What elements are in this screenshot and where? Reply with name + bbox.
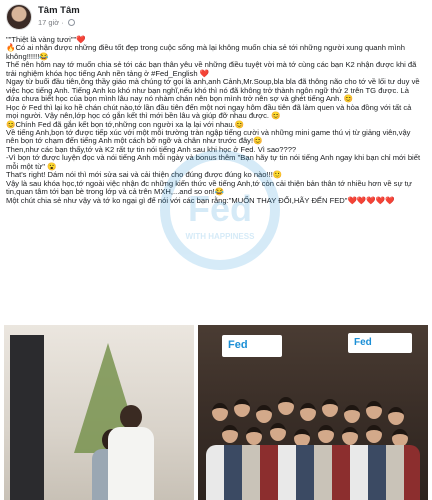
post-line: Một chút chia sẻ như vậy và tớ ko ngại g…: [6, 195, 395, 205]
chalkboard-door: [10, 335, 44, 500]
facebook-post: Tâm Tâm 17 giờ · ""Thiệt là vàng tươi""❤…: [0, 0, 432, 500]
author-name[interactable]: Tâm Tâm: [38, 5, 80, 16]
post-time[interactable]: 17 giờ: [38, 18, 59, 27]
photo-grid: Fed Fed: [4, 325, 428, 500]
fed-sign-right: Fed: [348, 333, 412, 353]
post-line: -Vì bọn tớ được luyện đọc và nói tiếng A…: [6, 153, 421, 171]
post-header: Tâm Tâm 17 giờ ·: [6, 4, 426, 34]
post-meta: 17 giờ ·: [38, 18, 75, 27]
post-line: Vậy là sau khóa học,tớ ngoài việc nhận đ…: [6, 178, 412, 197]
post-line: Ngay từ buổi đầu tiên,ông thầy giáo mà c…: [6, 77, 420, 104]
photo-group-class[interactable]: Fed Fed: [198, 325, 428, 500]
fed-sign-left: Fed: [222, 335, 282, 357]
meta-separator: ·: [61, 18, 64, 27]
post-line: Thế nên hôm nay tớ muốn chia sẻ tới các …: [6, 60, 417, 78]
post-line: Học ở Fed thì lại ko hề chán chút nào,tớ…: [6, 102, 412, 121]
post-line: 🔥Có ai nhận được những điều tốt đẹp tron…: [6, 43, 405, 61]
globe-icon: [67, 19, 75, 26]
post-body: ""Thiệt là vàng tươi""❤️ 🔥Có ai nhận đượ…: [6, 35, 424, 205]
watermark-subtext: WITH HAPPINESS: [185, 232, 255, 241]
person-boy: [106, 405, 156, 500]
post-line: Về tiếng Anh,bọn tớ được tiếp xúc với mộ…: [6, 127, 411, 146]
avatar[interactable]: [6, 4, 32, 30]
class-group: [206, 395, 420, 500]
photo-couple[interactable]: [4, 325, 194, 500]
